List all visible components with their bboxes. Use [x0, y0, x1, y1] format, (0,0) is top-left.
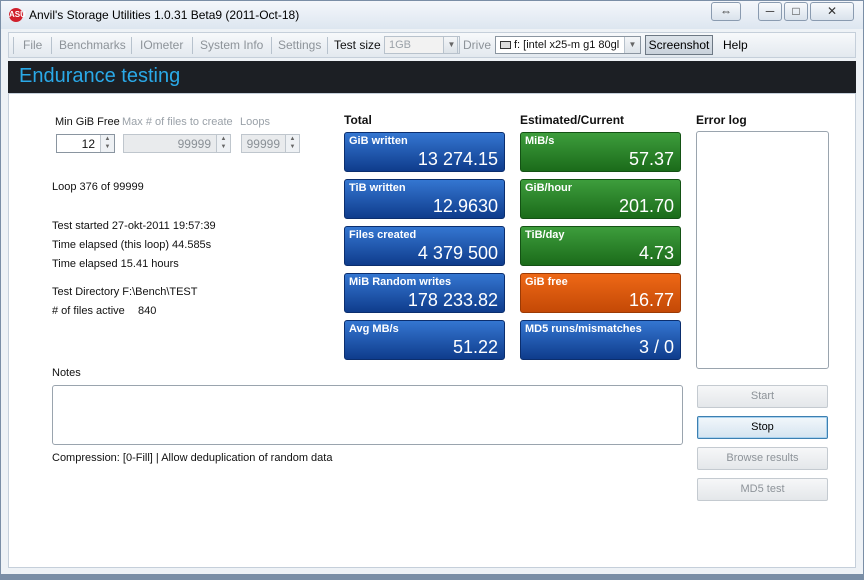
spinner-arrows-icon[interactable]: ▲ ▼ — [100, 135, 114, 152]
tile-label: Files created — [349, 229, 417, 241]
max-files-value: 99999 — [177, 137, 211, 151]
loop-status: Loop 376 of 99999 — [52, 181, 144, 193]
loops-value: 99999 — [246, 137, 280, 151]
spinner-arrows-icon[interactable]: ▲ ▼ — [285, 135, 299, 152]
toolbar-separator — [51, 37, 52, 54]
tile-value: 3 / 0 — [638, 337, 674, 357]
tile-mibs: MiB/s 57.37 — [520, 132, 681, 172]
test-directory: Test Directory F:\Bench\TEST — [52, 286, 198, 298]
drive-label: Drive — [463, 38, 492, 52]
tile-gib-free: GiB free 16.77 — [520, 273, 681, 313]
total-heading: Total — [344, 113, 372, 127]
window-title: Anvil's Storage Utilities 1.0.31 Beta9 (… — [29, 8, 300, 22]
menu-iometer[interactable]: IOmeter — [140, 38, 183, 52]
menu-file[interactable]: File — [23, 38, 42, 52]
page-title: Endurance testing — [19, 65, 181, 87]
files-active-value: 840 — [138, 305, 157, 317]
close-button[interactable]: ✕ — [810, 2, 854, 21]
drive-icon — [500, 41, 511, 49]
tile-label: GiB written — [349, 135, 408, 147]
tile-value: 12.9630 — [432, 196, 498, 216]
tile-value: 51.22 — [452, 337, 498, 357]
minimize-button[interactable]: ─ — [758, 2, 782, 21]
tile-mib-random-writes: MiB Random writes 178 233.82 — [344, 273, 505, 313]
tile-value: 4.73 — [638, 243, 674, 263]
start-button[interactable]: Start — [697, 385, 828, 408]
tile-value: 13 274.15 — [417, 149, 498, 169]
menu-system-info[interactable]: System Info — [200, 38, 263, 52]
menu-benchmarks[interactable]: Benchmarks — [59, 38, 126, 52]
page-header: Endurance testing — [8, 61, 856, 93]
drive-value: f: [intel x25-m g1 80gl — [514, 39, 620, 51]
loops-spinner[interactable]: 99999 ▲ ▼ — [241, 134, 300, 153]
md5-test-button[interactable]: MD5 test — [697, 478, 828, 501]
notes-textarea[interactable] — [52, 385, 683, 445]
app-icon: ASU — [9, 8, 26, 22]
test-size-dropdown[interactable]: 1GB ▼ — [384, 36, 460, 54]
min-gib-free-label: Min GiB Free — [55, 116, 120, 128]
tile-label: MD5 runs/mismatches — [525, 323, 642, 335]
chevron-down-icon: ▼ — [624, 37, 640, 53]
tile-label: TiB written — [349, 182, 406, 194]
taskbar-strip — [0, 575, 864, 580]
tile-label: GiB/hour — [525, 182, 573, 194]
tile-label: Avg MB/s — [349, 323, 399, 335]
screenshot-button[interactable]: Screenshot — [645, 35, 713, 55]
tile-gib-written: GiB written 13 274.15 — [344, 132, 505, 172]
menu-toolbar: File Benchmarks IOmeter System Info Sett… — [8, 32, 856, 58]
title-bar[interactable]: ASU Anvil's Storage Utilities 1.0.31 Bet… — [1, 1, 863, 29]
menu-settings[interactable]: Settings — [278, 38, 321, 52]
compression-info: Compression: [0-Fill] | Allow deduplicat… — [52, 452, 333, 464]
min-gib-free-spinner[interactable]: 12 ▲ ▼ — [56, 134, 115, 153]
error-log-heading: Error log — [696, 113, 747, 127]
toolbar-separator — [327, 37, 328, 54]
tile-label: TiB/day — [525, 229, 565, 241]
main-panel: Min GiB Free 12 ▲ ▼ Max # of files to cre… — [8, 93, 856, 568]
min-gib-free-value: 12 — [81, 137, 95, 151]
tile-value: 57.37 — [628, 149, 674, 169]
spinner-arrows-icon[interactable]: ▲ ▼ — [216, 135, 230, 152]
test-size-value: 1GB — [389, 39, 412, 51]
tile-label: MiB/s — [525, 135, 555, 147]
tile-files-created: Files created 4 379 500 — [344, 226, 505, 266]
tile-md5-runs: MD5 runs/mismatches 3 / 0 — [520, 320, 681, 360]
toolbar-separator — [13, 37, 14, 54]
browse-results-button[interactable]: Browse results — [697, 447, 828, 470]
toolbar-separator — [457, 37, 458, 54]
drive-dropdown[interactable]: f: [intel x25-m g1 80gl ▼ — [495, 36, 641, 54]
toolbar-separator — [192, 37, 193, 54]
max-files-label: Max # of files to create — [122, 116, 233, 128]
loops-label: Loops — [240, 116, 270, 128]
maximize-button[interactable]: □ — [784, 2, 808, 21]
resize-arrows-icon[interactable]: ⇔ — [711, 2, 741, 21]
time-elapsed-loop: Time elapsed (this loop) 44.585s — [52, 239, 212, 251]
app-window: ASU Anvil's Storage Utilities 1.0.31 Bet… — [0, 0, 864, 575]
toolbar-separator — [271, 37, 272, 54]
time-elapsed-total: Time elapsed 15.41 hours — [52, 258, 179, 270]
current-heading: Estimated/Current — [520, 113, 625, 127]
tile-label: GiB free — [525, 276, 568, 288]
files-active-label: # of files active — [52, 305, 125, 317]
tile-gib-hour: GiB/hour 201.70 — [520, 179, 681, 219]
notes-label: Notes — [52, 367, 81, 379]
menu-help[interactable]: Help — [723, 38, 748, 52]
toolbar-separator — [131, 37, 132, 54]
tile-value: 178 233.82 — [407, 290, 498, 310]
test-started: Test started 27-okt-2011 19:57:39 — [52, 220, 216, 232]
tile-label: MiB Random writes — [349, 276, 452, 288]
stop-button[interactable]: Stop — [697, 416, 828, 439]
tile-value: 4 379 500 — [417, 243, 498, 263]
tile-tib-day: TiB/day 4.73 — [520, 226, 681, 266]
tile-avg-mbs: Avg MB/s 51.22 — [344, 320, 505, 360]
max-files-spinner[interactable]: 99999 ▲ ▼ — [123, 134, 231, 153]
test-size-label: Test size — [334, 38, 381, 52]
tile-value: 201.70 — [618, 196, 674, 216]
error-log-box[interactable] — [696, 131, 829, 369]
tile-value: 16.77 — [628, 290, 674, 310]
tile-tib-written: TiB written 12.9630 — [344, 179, 505, 219]
